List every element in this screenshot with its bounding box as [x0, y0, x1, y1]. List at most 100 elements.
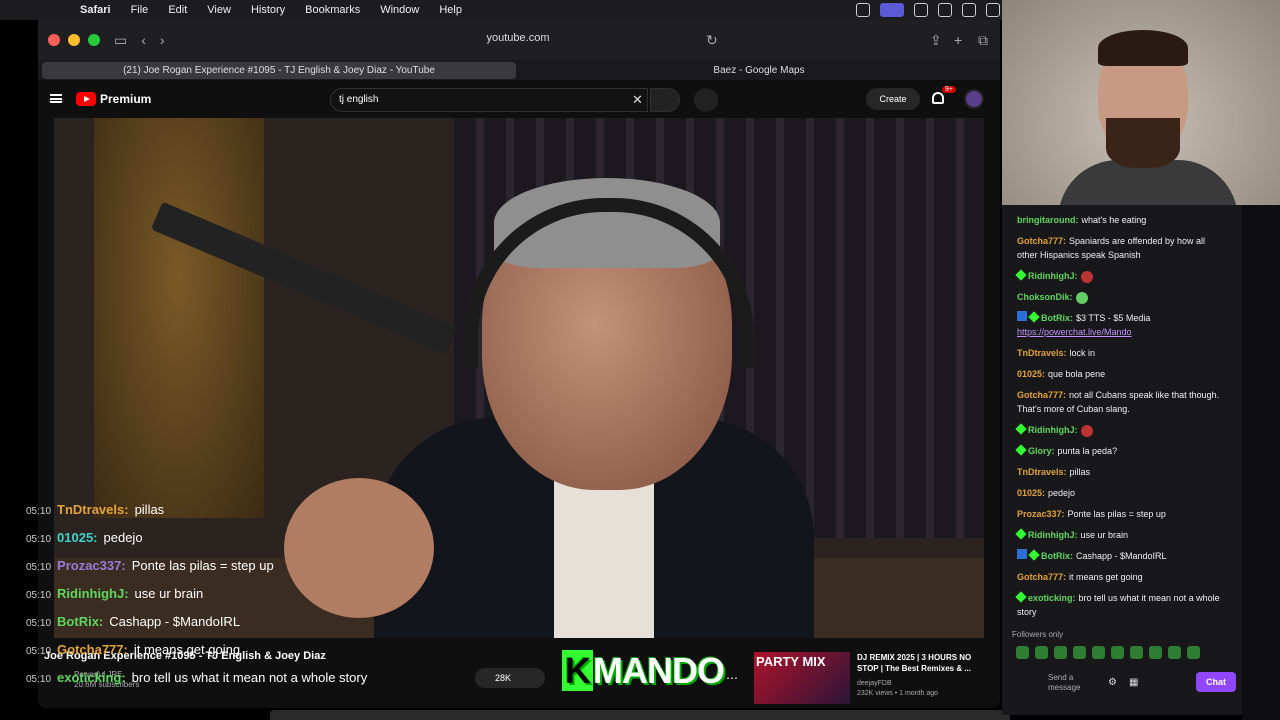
chat-message: BotRix: Cashapp - $MandoIRL: [1017, 549, 1227, 563]
chat-username[interactable]: Gotcha777:: [1017, 236, 1066, 246]
chat-username[interactable]: BotRix:: [1041, 551, 1073, 561]
screen: Safari File Edit View History Bookmarks …: [0, 0, 1280, 720]
overlay-username: Gotcha777:: [57, 642, 128, 657]
emote-icon[interactable]: [1149, 646, 1162, 659]
overlay-message: pillas: [134, 502, 165, 517]
tab-google-maps[interactable]: Baez - Google Maps: [524, 62, 994, 79]
subscriber-badge-icon: [1015, 444, 1027, 456]
chat-message: TnDtravels: pillas: [1017, 465, 1227, 479]
overlay-chat-line: 05:10 RidinhighJ: use ur brain: [26, 586, 203, 601]
streamer-beard: [1106, 118, 1180, 168]
overlay-chat-line: 05:10 01025: pedejo: [26, 530, 143, 545]
emote-icon[interactable]: [1130, 646, 1143, 659]
chat-username[interactable]: ChoksonDik:: [1017, 292, 1073, 302]
status-icon[interactable]: [938, 3, 952, 17]
overlay-username: Prozac337:: [57, 558, 126, 573]
chat-username[interactable]: Prozac337:: [1017, 509, 1065, 519]
voice-search-icon[interactable]: [694, 88, 718, 112]
send-message-input[interactable]: Send a message: [1022, 670, 1102, 696]
clear-search-icon[interactable]: ✕: [632, 92, 643, 108]
chat-message: Gotcha777: Spaniards are offended by how …: [1017, 234, 1227, 262]
emote-icon[interactable]: [1111, 646, 1124, 659]
chat-username[interactable]: Glory:: [1028, 446, 1055, 456]
status-icon[interactable]: [962, 3, 976, 17]
chat-text: Cashapp - $MandoIRL: [1076, 551, 1167, 561]
verified-badge-icon: [1028, 549, 1040, 561]
macos-dock[interactable]: [270, 710, 1010, 720]
chat-message: BotRix: $3 TTS - $5 Media https://powercha…: [1017, 311, 1227, 339]
overlay-chat-line: 05:10 Gotcha777: it means get going: [26, 642, 240, 657]
scroll-region: [1242, 205, 1280, 720]
verified-badge-icon: [1028, 311, 1040, 323]
chat-username[interactable]: exoticking:: [1028, 593, 1076, 603]
chat-text: $3 TTS - $5 Media: [1076, 313, 1151, 323]
chat-send-button[interactable]: Chat: [1196, 672, 1236, 692]
stream-logo: KMANDO: [562, 650, 725, 692]
chat-username[interactable]: TnDtravels:: [1017, 348, 1067, 358]
chat-username[interactable]: 01025:: [1017, 369, 1045, 379]
create-button[interactable]: Create: [866, 88, 920, 110]
search-button[interactable]: [650, 88, 680, 112]
stream-chat-overlay: 05:10 TnDtravels: pillas 05:10 01025: pedejo…: [0, 0, 500, 685]
status-icon[interactable]: [986, 3, 1000, 17]
recommended-title[interactable]: DJ REMIX 2025 | 3 HOURS NO STOP | The Be…: [857, 652, 975, 674]
emote-icon[interactable]: [1035, 646, 1048, 659]
like-button[interactable]: 28K: [475, 668, 545, 688]
status-icon[interactable]: [856, 3, 870, 17]
overlay-chat-line: 05:10 Prozac337: Ponte las pilas = step up: [26, 558, 274, 573]
chat-username[interactable]: TnDtravels:: [1017, 467, 1067, 477]
emote-icon[interactable]: [1187, 646, 1200, 659]
chat-message: TnDtravels: lock in: [1017, 346, 1227, 360]
tab-overview-icon[interactable]: ⧉: [978, 32, 988, 49]
status-icon[interactable]: [914, 3, 928, 17]
chat-username[interactable]: RidinhighJ:: [1028, 530, 1078, 540]
notifications-icon[interactable]: [932, 92, 944, 104]
chat-username[interactable]: 01025:: [1017, 488, 1045, 498]
overlay-timestamp: 05:10: [26, 590, 52, 601]
overlay-timestamp: 05:10: [26, 534, 52, 545]
chat-text: what's he eating: [1081, 215, 1147, 225]
emote-icon: [1080, 270, 1093, 283]
reload-icon[interactable]: ↻: [706, 32, 718, 49]
emote-icon[interactable]: [1054, 646, 1067, 659]
new-tab-icon[interactable]: +: [954, 32, 962, 48]
chat-message: RidinhighJ:: [1015, 269, 1227, 283]
notification-count-badge: 9+: [942, 86, 956, 93]
overlay-username: TnDtravels:: [57, 502, 129, 517]
chat-message: RidinhighJ: use ur brain: [1015, 528, 1227, 542]
emote-icon[interactable]: [1016, 646, 1029, 659]
chat-link[interactable]: https://powerchat.live/Mando: [1017, 327, 1132, 337]
overlay-timestamp: 05:10: [26, 562, 52, 573]
chat-username[interactable]: Gotcha777:: [1017, 390, 1066, 400]
chat-username[interactable]: BotRix:: [1041, 313, 1073, 323]
chat-text: pedejo: [1048, 488, 1076, 498]
chat-username[interactable]: bringitaround:: [1017, 215, 1079, 225]
subscriber-badge-icon: [1015, 591, 1027, 603]
overlay-message: use ur brain: [134, 586, 204, 601]
subscriber-badge-icon: [1015, 269, 1027, 281]
chat-username[interactable]: Gotcha777:: [1017, 572, 1066, 582]
chat-message: bringitaround: what's he eating: [1017, 213, 1227, 227]
more-actions-icon[interactable]: ⋯: [726, 671, 738, 685]
settings-icon[interactable]: ⚙: [1108, 677, 1117, 688]
grid-icon[interactable]: ▦: [1129, 677, 1138, 688]
followers-only-label: Followers only: [1012, 630, 1064, 639]
chat-message: 01025: pedejo: [1017, 486, 1227, 500]
emote-icon[interactable]: [1092, 646, 1105, 659]
overlay-message: bro tell us what it mean not a whole sto…: [131, 670, 368, 685]
recommended-views: 232K views • 1 month ago: [857, 690, 939, 697]
status-icons: [856, 3, 1000, 17]
overlay-message: pedejo: [103, 530, 143, 545]
overlay-timestamp: 05:10: [26, 506, 52, 517]
chat-username[interactable]: RidinhighJ:: [1028, 425, 1078, 435]
screen-record-icon[interactable]: [880, 3, 904, 17]
bot-badge-icon: [1017, 311, 1027, 321]
recommended-channel[interactable]: deejayFDB: [857, 680, 892, 687]
emote-icon[interactable]: [1168, 646, 1181, 659]
emote-icon[interactable]: [1073, 646, 1086, 659]
account-avatar[interactable]: [964, 89, 984, 109]
chat-username[interactable]: RidinhighJ:: [1028, 271, 1078, 281]
share-icon[interactable]: ⇪: [930, 32, 942, 49]
recommended-thumbnail[interactable]: PARTY MIX: [754, 652, 850, 704]
chat-controls: ⚙ ▦: [1108, 677, 1138, 688]
